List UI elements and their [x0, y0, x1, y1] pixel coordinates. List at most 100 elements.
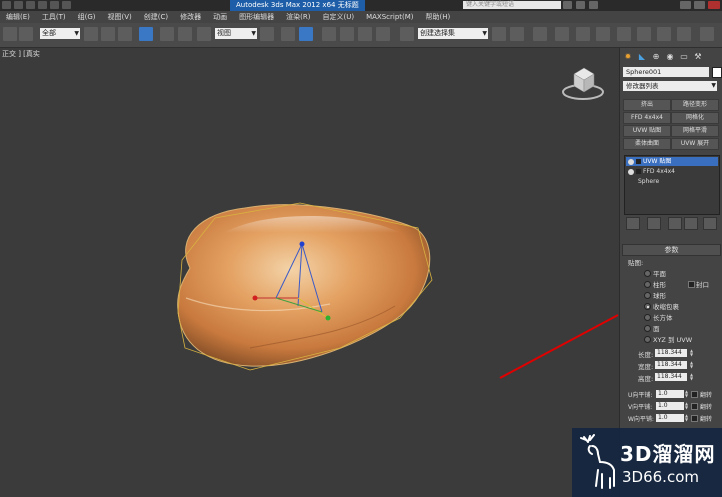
layer-manager-icon[interactable]: [533, 27, 547, 41]
path-deform-button[interactable]: 路径变形: [671, 99, 719, 111]
render-setup-icon[interactable]: [637, 27, 651, 41]
v-tile-spinner-arrows[interactable]: ▲ ▼: [685, 402, 689, 410]
menu-tools[interactable]: 工具(T): [36, 11, 72, 23]
teapot-render-icon[interactable]: [700, 27, 714, 41]
show-end-result-icon[interactable]: [647, 217, 661, 230]
close-icon[interactable]: [708, 1, 720, 9]
help-icon[interactable]: [576, 1, 585, 9]
maximize-icon[interactable]: [694, 1, 705, 9]
radio-face[interactable]: [644, 325, 651, 332]
pivot-center-icon[interactable]: [260, 27, 274, 41]
search-input[interactable]: 键入关键字或短语: [463, 1, 561, 9]
window-crossing-icon[interactable]: [139, 27, 153, 41]
unwrap-uvw-button[interactable]: UVW 展开: [671, 138, 719, 150]
u-flip-checkbox[interactable]: [691, 391, 698, 398]
display-tab-icon[interactable]: ▭: [678, 50, 690, 63]
create-tab-icon[interactable]: ✹: [622, 50, 634, 63]
menu-help[interactable]: 帮助(H): [420, 11, 457, 23]
expand-icon[interactable]: [636, 169, 641, 174]
menu-rendering[interactable]: 渲染(R): [280, 11, 316, 23]
rotate-icon[interactable]: [178, 27, 192, 41]
save-file-icon[interactable]: [26, 1, 35, 9]
radio-cylindrical[interactable]: [644, 281, 651, 288]
height-spinner-arrows[interactable]: ▲ ▼: [690, 373, 694, 381]
keyboard-shortcut-icon[interactable]: [299, 27, 313, 41]
percent-snap-icon[interactable]: [358, 27, 372, 41]
w-tile-spinner-arrows[interactable]: ▲ ▼: [685, 414, 689, 422]
length-spinner-arrows[interactable]: ▲ ▼: [690, 349, 694, 357]
scale-icon[interactable]: [197, 27, 211, 41]
minimize-icon[interactable]: [680, 1, 691, 9]
w-tile-input[interactable]: 1.0: [656, 414, 684, 422]
soft-surface-button[interactable]: 柔体曲面: [623, 138, 671, 150]
menu-modifiers[interactable]: 修改器: [174, 11, 207, 23]
stack-item-ffd[interactable]: FFD 4x4x4: [626, 167, 718, 176]
radio-planar[interactable]: [644, 270, 651, 277]
u-tile-spinner-arrows[interactable]: ▲ ▼: [685, 390, 689, 398]
open-file-icon[interactable]: [14, 1, 23, 9]
edit-named-selection-icon[interactable]: [400, 27, 414, 41]
spinner-snap-icon[interactable]: [376, 27, 390, 41]
width-input[interactable]: 118.344: [655, 361, 687, 369]
menu-views[interactable]: 视图(V): [102, 11, 138, 23]
uvw-map-button[interactable]: UVW 贴图: [623, 125, 671, 137]
render-production-icon[interactable]: [677, 27, 691, 41]
curve-editor-icon[interactable]: [576, 27, 590, 41]
pin-stack-icon[interactable]: [626, 217, 640, 230]
object-name-field[interactable]: Sphere001: [623, 67, 709, 77]
meshsmooth-button[interactable]: 网格平滑: [671, 125, 719, 137]
make-unique-icon[interactable]: [668, 217, 682, 230]
link-icon[interactable]: [19, 27, 33, 41]
v-flip-checkbox[interactable]: [691, 403, 698, 410]
radio-spherical[interactable]: [644, 292, 651, 299]
expand-icon[interactable]: [636, 159, 641, 164]
stack-item-sphere[interactable]: Sphere: [626, 177, 718, 186]
width-spinner-arrows[interactable]: ▲ ▼: [690, 361, 694, 369]
menu-edit[interactable]: 编辑(E): [0, 11, 36, 23]
select-by-name-icon[interactable]: [101, 27, 115, 41]
search-icon[interactable]: [563, 1, 572, 9]
utilities-tab-icon[interactable]: ⚒: [692, 50, 704, 63]
remove-modifier-icon[interactable]: [684, 217, 698, 230]
mirror-icon[interactable]: [492, 27, 506, 41]
project-folder-icon[interactable]: [62, 1, 71, 9]
stack-item-uvw-map[interactable]: UVW 贴图: [626, 157, 718, 166]
radio-xyz-to-uvw[interactable]: [644, 336, 651, 343]
redo-icon[interactable]: [50, 1, 59, 9]
menu-create[interactable]: 创建(C): [138, 11, 174, 23]
snap-toggle-icon[interactable]: [322, 27, 336, 41]
parameters-rollout-header[interactable]: 参数: [622, 244, 721, 256]
sphere001-object[interactable]: [177, 202, 433, 371]
motion-tab-icon[interactable]: ◉: [664, 50, 676, 63]
reference-coord-dropdown[interactable]: 视图 ▼: [215, 28, 257, 39]
material-editor-icon[interactable]: [617, 27, 631, 41]
star-icon[interactable]: [589, 1, 598, 9]
radio-box[interactable]: [644, 314, 651, 321]
angle-snap-icon[interactable]: [340, 27, 354, 41]
eye-icon[interactable]: [628, 168, 634, 175]
menu-maxscript[interactable]: MAXScript(M): [360, 11, 419, 23]
menu-group[interactable]: 组(G): [72, 11, 102, 23]
perspective-viewport[interactable]: 正交 ] [真实: [0, 48, 619, 497]
select-object-icon[interactable]: [84, 27, 98, 41]
modifier-list-dropdown[interactable]: 修改器列表 ▼: [623, 81, 717, 91]
new-file-icon[interactable]: [2, 1, 11, 9]
undo-icon[interactable]: [38, 1, 47, 9]
height-input[interactable]: 118.344: [655, 373, 687, 381]
menu-animation[interactable]: 动画: [207, 11, 233, 23]
object-color-swatch[interactable]: [712, 67, 722, 78]
menu-graph-editors[interactable]: 图形编辑器: [233, 11, 280, 23]
rendered-frame-icon[interactable]: [657, 27, 671, 41]
graphite-tools-icon[interactable]: [555, 27, 569, 41]
menu-customize[interactable]: 自定义(U): [316, 11, 360, 23]
u-tile-input[interactable]: 1.0: [656, 390, 684, 398]
cap-checkbox[interactable]: [688, 281, 695, 288]
ffd-button[interactable]: FFD 4x4x4: [623, 112, 671, 124]
radio-shrink-wrap[interactable]: [644, 303, 651, 310]
w-flip-checkbox[interactable]: [691, 415, 698, 422]
eye-icon[interactable]: [628, 158, 634, 165]
selection-filter-dropdown[interactable]: 全部 ▼: [40, 28, 80, 39]
undo-icon[interactable]: [3, 27, 17, 41]
v-tile-input[interactable]: 1.0: [656, 402, 684, 410]
schematic-view-icon[interactable]: [596, 27, 610, 41]
